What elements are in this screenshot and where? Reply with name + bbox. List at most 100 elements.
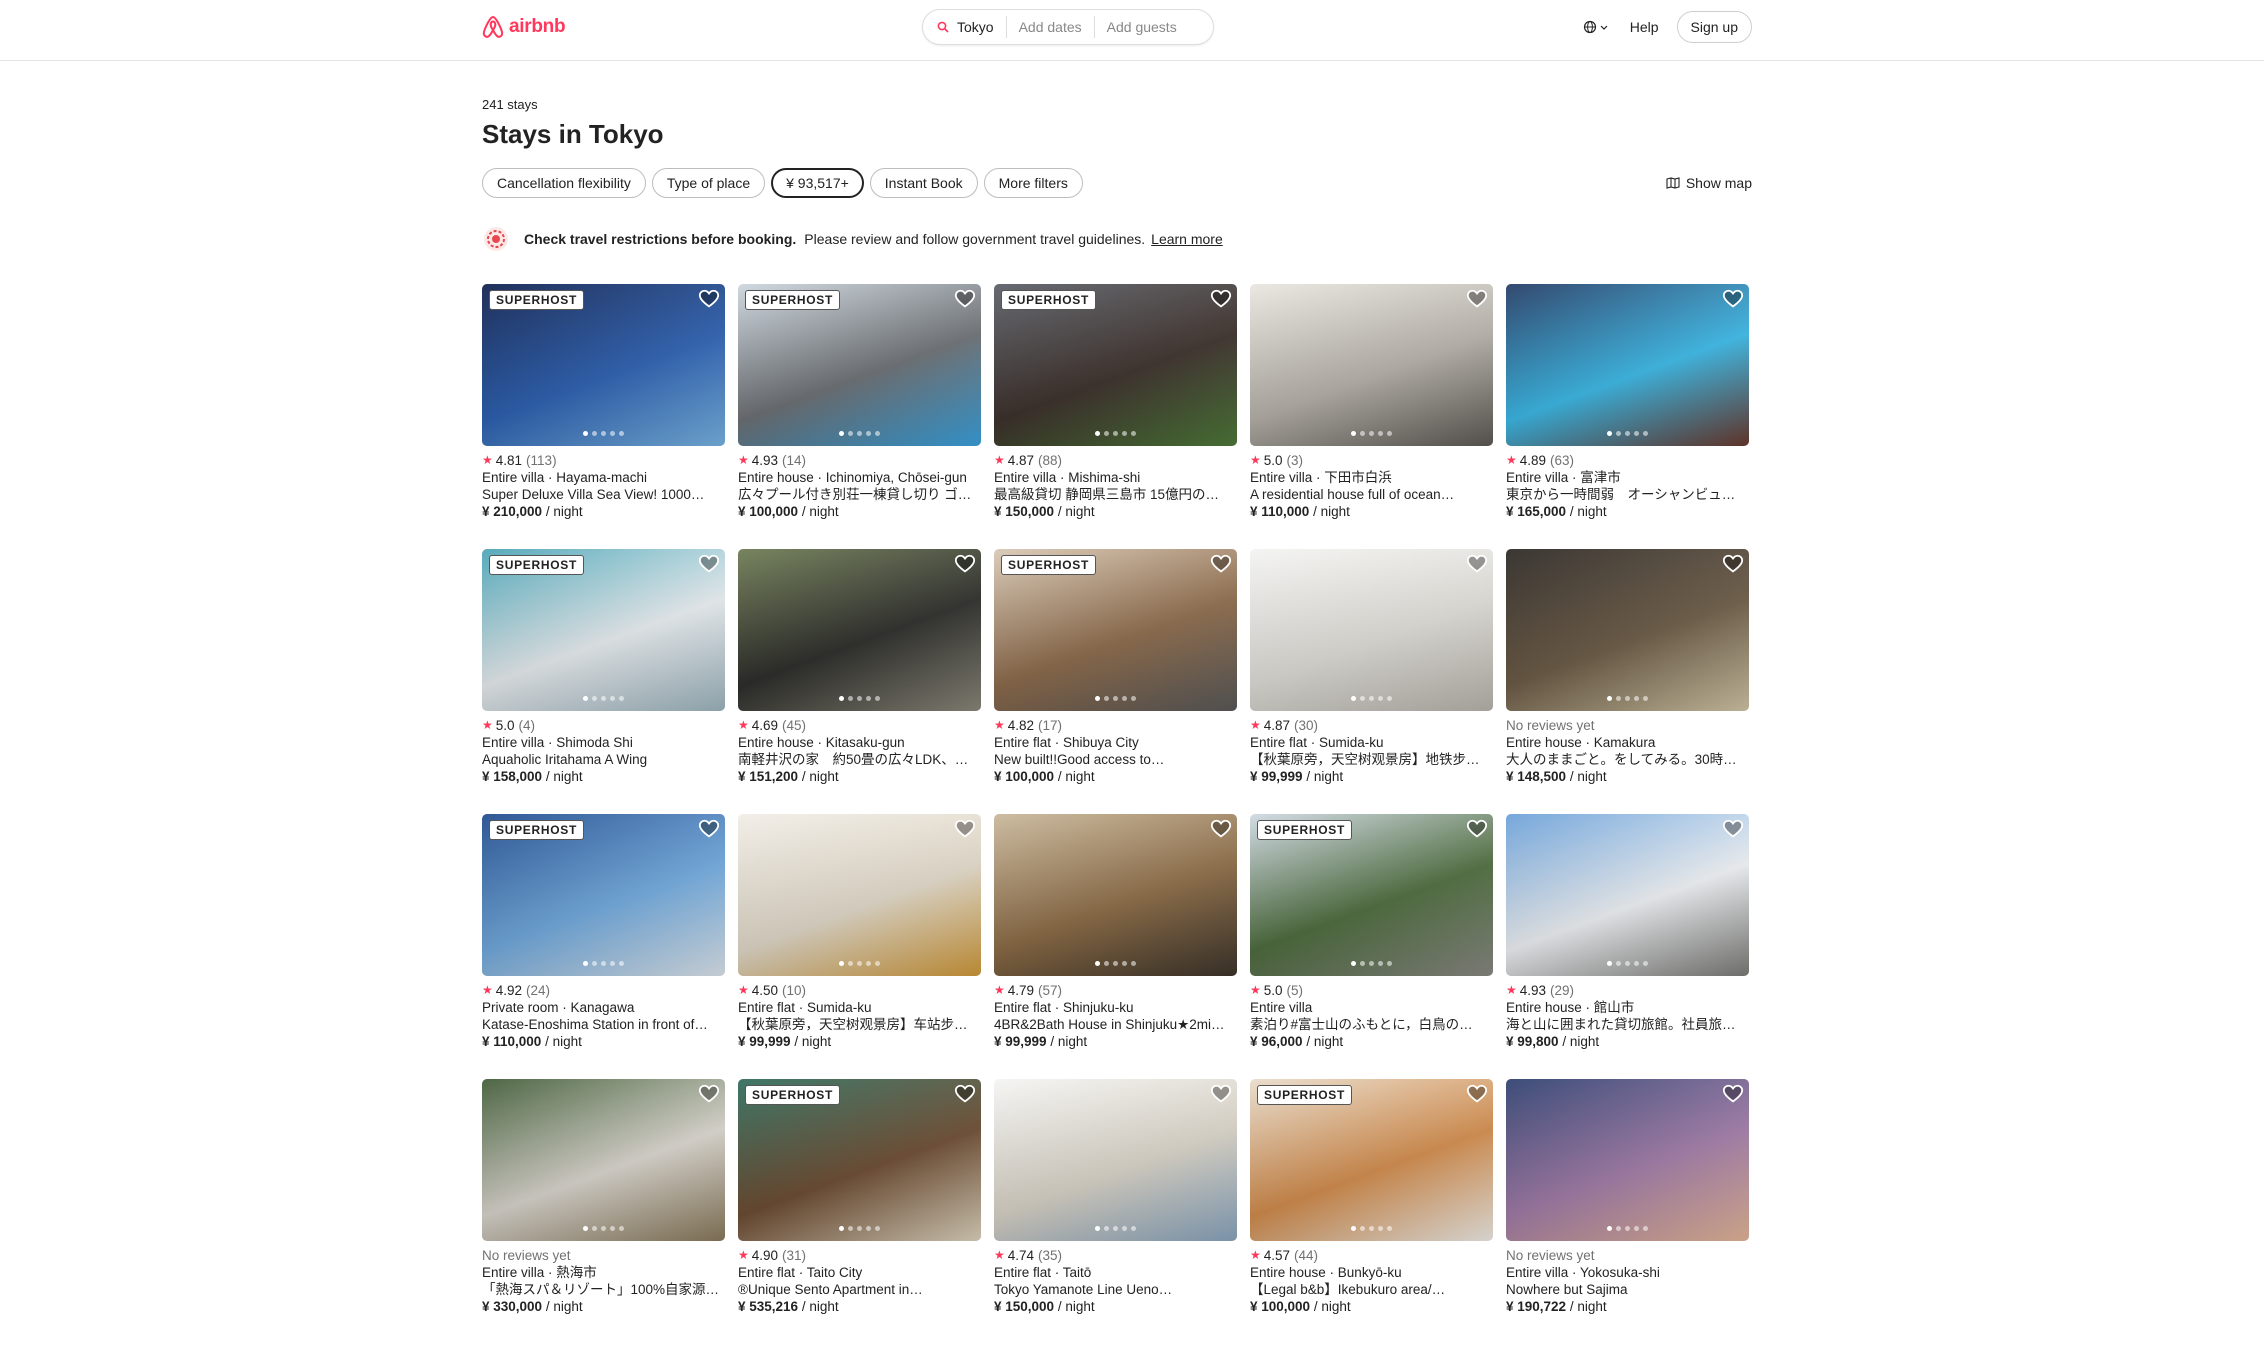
carousel-dots[interactable] (1250, 1226, 1493, 1231)
price-amount: ¥ 100,000 (1250, 1299, 1311, 1314)
filter-cancellation-flexibility[interactable]: Cancellation flexibility (482, 168, 646, 198)
sign-up-button[interactable]: Sign up (1676, 11, 1752, 43)
listing-card[interactable]: SUPERHOST ★ 4.81 (113) Entire villa · Hayama… (482, 284, 725, 536)
listing-type: Entire flat · Sumida-ku (1250, 735, 1384, 750)
save-button[interactable] (698, 553, 720, 580)
listing-photo[interactable]: SUPERHOST (1250, 814, 1493, 976)
save-button[interactable] (1466, 288, 1488, 315)
listing-card[interactable]: No reviews yet Entire villa · Yokosuka-sh… (1506, 1079, 1749, 1331)
listing-card[interactable]: ★ 4.69 (45) Entire house · Kitasaku-gun 南軽井沢… (738, 549, 981, 801)
carousel-dots[interactable] (1506, 431, 1749, 436)
listing-card[interactable]: SUPERHOST ★ 4.93 (14) Entire house · Ichinom… (738, 284, 981, 536)
save-button[interactable] (1210, 1083, 1232, 1110)
save-button[interactable] (954, 818, 976, 845)
listing-photo[interactable]: SUPERHOST (482, 814, 725, 976)
listing-card[interactable]: SUPERHOST ★ 5.0 (4) Entire villa · Shimoda S… (482, 549, 725, 801)
listing-photo[interactable] (1506, 814, 1749, 976)
carousel-dots[interactable] (1250, 431, 1493, 436)
save-button[interactable] (1466, 818, 1488, 845)
listing-card[interactable]: SUPERHOST ★ 4.90 (31) Entire flat · Taito Ci… (738, 1079, 981, 1331)
listing-price: ¥ 99,999 / night (994, 1033, 1237, 1050)
listing-photo[interactable] (738, 549, 981, 711)
listing-photo[interactable] (1250, 284, 1493, 446)
save-button[interactable] (1722, 553, 1744, 580)
search-dates[interactable]: Add dates (1007, 16, 1094, 38)
carousel-dots[interactable] (994, 431, 1237, 436)
listing-card[interactable]: ★ 4.74 (35) Entire flat · Taitō Tokyo Yamano… (994, 1079, 1237, 1331)
listing-photo[interactable] (1506, 284, 1749, 446)
show-map-button[interactable]: Show map (1666, 175, 1752, 191)
listing-photo[interactable] (482, 1079, 725, 1241)
listing-photo[interactable] (1250, 549, 1493, 711)
save-button[interactable] (1722, 818, 1744, 845)
carousel-dots[interactable] (482, 961, 725, 966)
carousel-dots[interactable] (482, 1226, 725, 1231)
listing-photo[interactable]: SUPERHOST (738, 1079, 981, 1241)
carousel-dots[interactable] (994, 1226, 1237, 1231)
listing-photo[interactable] (738, 814, 981, 976)
listing-photo[interactable] (994, 1079, 1237, 1241)
save-button[interactable] (954, 553, 976, 580)
save-button[interactable] (1210, 818, 1232, 845)
filter-price[interactable]: ¥ 93,517+ (771, 168, 864, 198)
save-button[interactable] (1722, 288, 1744, 315)
carousel-dots[interactable] (738, 1226, 981, 1231)
carousel-dots[interactable] (1506, 1226, 1749, 1231)
listing-photo[interactable] (994, 814, 1237, 976)
listing-photo[interactable]: SUPERHOST (1250, 1079, 1493, 1241)
listing-photo[interactable] (1506, 549, 1749, 711)
save-button[interactable] (698, 1083, 720, 1110)
carousel-dots[interactable] (738, 961, 981, 966)
listing-photo[interactable]: SUPERHOST (738, 284, 981, 446)
listing-card[interactable]: No reviews yet Entire house · Kamakura 大人の… (1506, 549, 1749, 801)
carousel-dots[interactable] (994, 961, 1237, 966)
save-button[interactable] (698, 818, 720, 845)
save-button[interactable] (1466, 1083, 1488, 1110)
carousel-dots[interactable] (482, 696, 725, 701)
search-guests[interactable]: Add guests (1095, 16, 1189, 38)
listing-card[interactable]: SUPERHOST ★ 4.92 (24) Private room · Kanagaw… (482, 814, 725, 1066)
listing-card[interactable]: SUPERHOST ★ 5.0 (5) Entire villa 素泊り#富士山のふもとに… (1250, 814, 1493, 1066)
listing-card[interactable]: SUPERHOST ★ 4.87 (88) Entire villa · Mishima… (994, 284, 1237, 536)
save-button[interactable] (1722, 1083, 1744, 1110)
listing-card[interactable]: No reviews yet Entire villa · 熱海市 「熱海スパ＆リゾ… (482, 1079, 725, 1331)
save-button[interactable] (954, 1083, 976, 1110)
filter-type-of-place[interactable]: Type of place (651, 168, 766, 198)
filter-instant-book[interactable]: Instant Book (869, 168, 978, 198)
carousel-dots[interactable] (482, 431, 725, 436)
listing-photo[interactable] (1506, 1079, 1749, 1241)
carousel-dots[interactable] (738, 696, 981, 701)
listing-card[interactable]: ★ 4.89 (63) Entire villa · 富津市 東京から一時間弱 オーシャ… (1506, 284, 1749, 536)
language-button[interactable] (1583, 20, 1608, 34)
carousel-dots[interactable] (1506, 961, 1749, 966)
listing-card[interactable]: ★ 4.50 (10) Entire flat · Sumida-ku 【秋葉原旁，天空… (738, 814, 981, 1066)
save-button[interactable] (1210, 553, 1232, 580)
listing-photo[interactable]: SUPERHOST (994, 284, 1237, 446)
listing-card[interactable]: ★ 5.0 (3) Entire villa · 下田市白浜 A residential… (1250, 284, 1493, 536)
learn-more-link[interactable]: Learn more (1151, 231, 1223, 247)
filter-more-filters[interactable]: More filters (983, 168, 1083, 198)
photo-overlay (994, 814, 1237, 976)
carousel-dots[interactable] (1506, 696, 1749, 701)
listing-rating: ★ 5.0 (4) (482, 717, 725, 734)
carousel-dots[interactable] (738, 431, 981, 436)
listing-card[interactable]: SUPERHOST ★ 4.57 (44) Entire house · Bunkyō-… (1250, 1079, 1493, 1331)
save-button[interactable] (1466, 553, 1488, 580)
listing-photo[interactable]: SUPERHOST (482, 284, 725, 446)
listing-card[interactable]: ★ 4.93 (29) Entire house · 館山市 海と山に囲まれた貸切旅館。… (1506, 814, 1749, 1066)
listing-photo[interactable]: SUPERHOST (994, 549, 1237, 711)
save-button[interactable] (698, 288, 720, 315)
listing-card[interactable]: ★ 4.87 (30) Entire flat · Sumida-ku 【秋葉原旁，天空… (1250, 549, 1493, 801)
listing-card[interactable]: ★ 4.79 (57) Entire flat · Shinjuku-ku 4BR&2B… (994, 814, 1237, 1066)
carousel-dots[interactable] (1250, 961, 1493, 966)
listing-photo[interactable]: SUPERHOST (482, 549, 725, 711)
search-bar[interactable]: Tokyo Add dates Add guests (922, 9, 1214, 45)
search-location[interactable]: Tokyo (923, 16, 1006, 38)
listing-card[interactable]: SUPERHOST ★ 4.82 (17) Entire flat · Shibuya … (994, 549, 1237, 801)
carousel-dots[interactable] (1250, 696, 1493, 701)
save-button[interactable] (1210, 288, 1232, 315)
help-link[interactable]: Help (1630, 19, 1659, 35)
carousel-dots[interactable] (994, 696, 1237, 701)
airbnb-logo[interactable]: airbnb (481, 14, 566, 40)
save-button[interactable] (954, 288, 976, 315)
